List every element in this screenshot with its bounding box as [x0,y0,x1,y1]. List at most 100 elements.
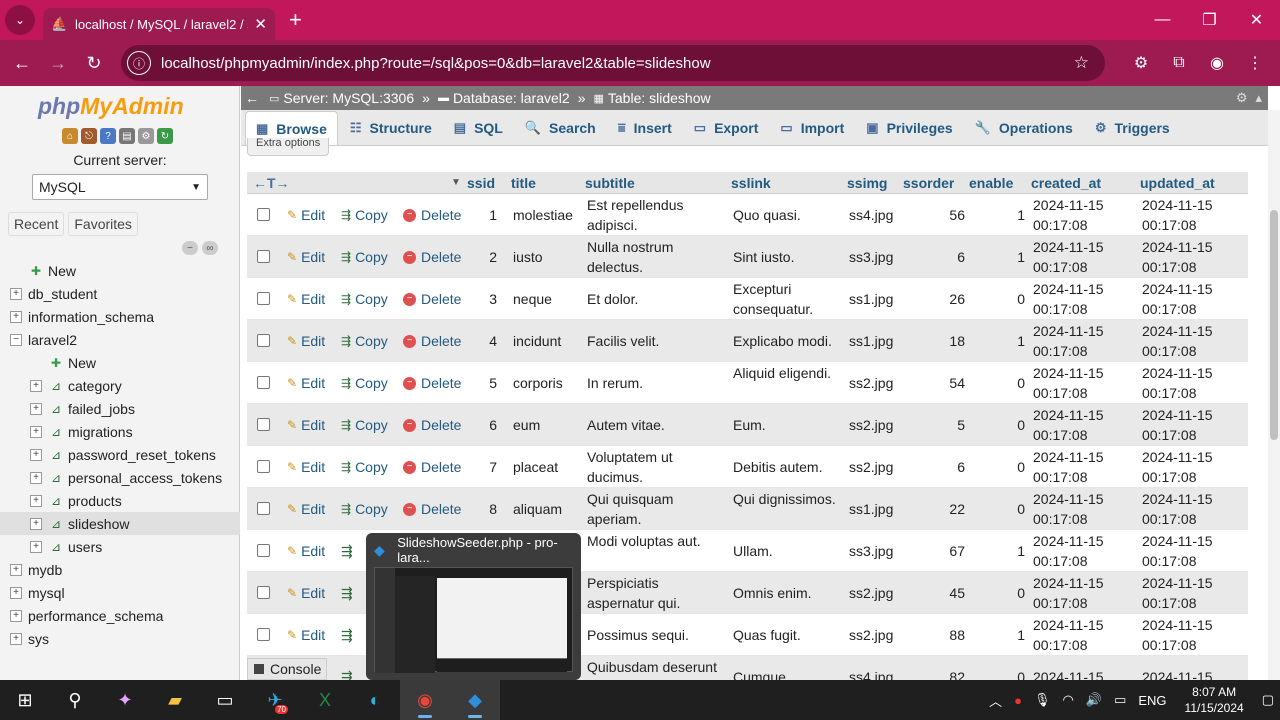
edge-icon[interactable]: ◐ [350,680,400,720]
copy-icon[interactable]: ⇶ [341,583,353,603]
copy-icon[interactable]: ⇶ [341,541,353,561]
delete-button[interactable]: − Delete [403,247,461,267]
tab-privileges[interactable]: ▣ Privileges [856,111,962,145]
tree-node[interactable]: + ⊿ products [0,489,240,512]
server-select[interactable]: MySQL ▼ [32,174,208,200]
tree-node[interactable]: + ⊿ users [0,535,240,558]
battery-icon[interactable]: ▭ [1114,692,1126,708]
recent-button[interactable]: Recent [8,212,65,236]
puzzle-icon[interactable]: ⧉ [1160,54,1198,72]
tree-node[interactable]: + db_student [0,282,240,305]
expand-node-icon[interactable]: + [10,632,22,645]
column-header-created_at[interactable]: created_at [1031,173,1101,193]
edit-button[interactable]: ✎Edit [287,625,325,645]
edit-button[interactable]: ✎Edit [287,331,325,351]
tab-operations[interactable]: 🔧 Operations [965,111,1083,145]
favorites-button[interactable]: Favorites [68,212,138,236]
notifications-icon[interactable]: ▢ [1262,692,1274,708]
column-header-subtitle[interactable]: subtitle [585,173,635,193]
delete-button[interactable]: − Delete [403,457,461,477]
edit-button[interactable]: ✎Edit [287,415,325,435]
expand-node-icon[interactable]: + [10,586,22,599]
breadcrumb-server[interactable]: Server: MySQL:3306 [283,90,414,106]
forward-icon[interactable]: → [40,53,76,74]
tree-node[interactable]: + performance_schema [0,604,240,627]
row-checkbox[interactable] [257,250,270,263]
tree-node[interactable]: + ⊿ password_reset_tokens [0,443,240,466]
row-checkbox[interactable] [257,208,270,221]
row-checkbox[interactable] [257,292,270,305]
recording-icon[interactable]: ● [1014,693,1022,708]
close-window-icon[interactable]: ✕ [1233,0,1280,40]
search-icon[interactable]: ⚲ [50,680,100,720]
console-toggle[interactable]: Console [247,658,327,680]
tree-node[interactable]: + ⊿ migrations [0,420,240,443]
edit-button[interactable]: ✎Edit [287,541,325,561]
expand-node-icon[interactable]: + [30,425,42,438]
copy-button[interactable]: ⇶ Copy [341,457,388,477]
column-header-sslink[interactable]: sslink [731,173,771,193]
edit-button[interactable]: ✎Edit [287,499,325,519]
close-tab-icon[interactable]: ✕ [254,15,267,33]
start-windows-icon[interactable]: ⊞ [0,680,50,720]
terminal-icon[interactable]: ▭ [200,680,250,720]
tree-node[interactable]: + mydb [0,558,240,581]
browser-tab-active[interactable]: ⛵ localhost / MySQL / laravel2 / sl ✕ [43,8,275,40]
copy-button[interactable]: ⇶ Copy [341,331,388,351]
expand-node-icon[interactable]: + [30,517,42,530]
microphone-icon[interactable]: 🎙 [1034,692,1051,708]
expand-node-icon[interactable]: + [30,494,42,507]
tree-node[interactable]: + sys [0,627,240,650]
site-info-icon[interactable]: ⓘ [127,51,151,75]
tree-node[interactable]: +✚New [0,351,240,374]
expand-node-icon[interactable]: + [10,609,22,622]
extra-options-toggle[interactable]: Extra options [247,138,330,156]
collapse-node-icon[interactable]: − [10,333,22,346]
copy-button[interactable]: ⇶ Copy [341,415,388,435]
expand-node-icon[interactable]: + [10,563,22,576]
tray-overflow-icon[interactable]: ︿ [989,691,1002,710]
tab-insert[interactable]: ⩸ Insert [608,111,682,145]
tree-node[interactable]: + ⊿ failed_jobs [0,397,240,420]
expand-node-icon[interactable]: + [30,540,42,553]
breadcrumb-table[interactable]: Table: slideshow [608,90,711,106]
tree-node[interactable]: − laravel2 [0,328,240,351]
restore-icon[interactable]: ❐ [1186,0,1233,40]
tab-search[interactable]: 🔍 Search [515,111,606,145]
wifi-icon[interactable]: ◠ [1063,692,1074,708]
tree-node[interactable]: + ⊿ slideshow [0,512,240,535]
telegram-icon[interactable]: ✈ 70 [250,680,300,720]
column-header-ssimg[interactable]: ssimg [847,173,887,193]
edit-button[interactable]: ✎Edit [287,205,325,225]
reload-icon[interactable]: ↻ [76,53,112,74]
settings-gear-icon[interactable]: ⚙ [1236,90,1248,106]
copy-button[interactable]: ⇶ Copy [341,289,388,309]
logout-icon[interactable]: ⎋ [81,128,97,144]
tab-structure[interactable]: ☷ Structure [340,111,442,145]
menu-kebab-icon[interactable]: ⋮ [1236,53,1274,73]
expand-node-icon[interactable]: + [30,471,42,484]
tab-export[interactable]: ▭ Export [684,111,769,145]
tab-sql[interactable]: ▤ SQL [444,111,513,145]
edit-button[interactable]: ✎Edit [287,583,325,603]
column-header-title[interactable]: title [511,173,536,193]
row-checkbox[interactable] [257,460,270,473]
delete-button[interactable]: − Delete [403,415,461,435]
edit-button[interactable]: ✎Edit [287,373,325,393]
collapse-all-icon[interactable]: − [182,241,198,255]
tree-node[interactable]: + ⊿ personal_access_tokens [0,466,240,489]
copilot-icon[interactable]: ✦ [100,680,150,720]
row-checkbox[interactable] [257,376,270,389]
chrome-icon[interactable]: ◉ [400,680,450,720]
tab-search-button[interactable]: ⌄ [5,5,35,35]
collapse-nav-arrow-icon[interactable]: ← [245,90,259,106]
copy-button[interactable]: ⇶ Copy [341,499,388,519]
row-checkbox[interactable] [257,586,270,599]
language-indicator[interactable]: ENG [1138,693,1166,708]
excel-icon[interactable]: X [300,680,350,720]
address-bar[interactable]: ⓘ localhost/phpmyadmin/index.php?route=/… [121,45,1105,81]
phpmyadmin-logo[interactable]: phpMyAdmin [38,93,184,120]
edit-button[interactable]: ✎Edit [287,289,325,309]
delete-button[interactable]: − Delete [403,205,461,225]
delete-button[interactable]: − Delete [403,289,461,309]
